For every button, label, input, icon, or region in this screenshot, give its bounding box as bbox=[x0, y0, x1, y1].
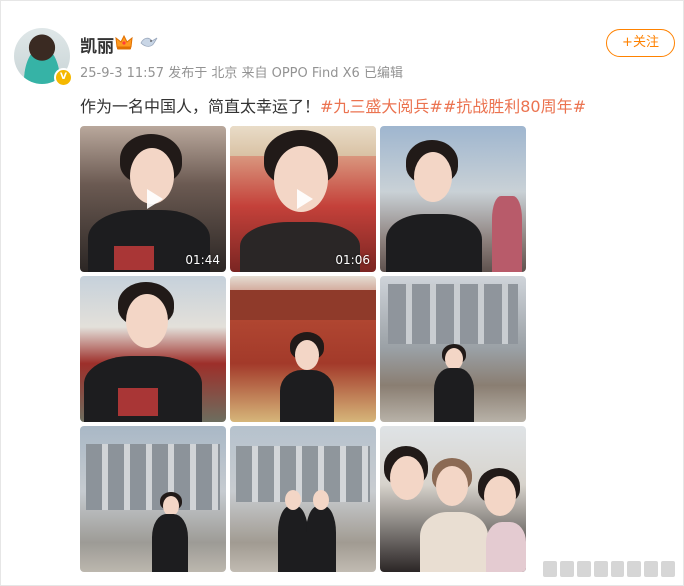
image-thumbnail[interactable] bbox=[380, 126, 526, 272]
image-thumbnail[interactable] bbox=[380, 276, 526, 422]
image-thumbnail[interactable] bbox=[80, 426, 226, 572]
image-thumbnail[interactable] bbox=[80, 276, 226, 422]
weibo-post-card: V 凯丽 25-9-3 11:57 发布于 北京 来自 OPPO Find X6… bbox=[0, 0, 684, 586]
video-duration: 01:06 bbox=[335, 253, 370, 267]
image-thumbnail[interactable] bbox=[230, 276, 376, 422]
play-icon bbox=[297, 189, 313, 209]
post-text-plain: 作为一名中国人，简直太幸运了！ bbox=[80, 97, 321, 116]
follow-button[interactable]: +关注 bbox=[606, 29, 675, 57]
video-thumbnail[interactable]: 01:06 bbox=[230, 126, 376, 272]
bird-icon bbox=[140, 37, 158, 47]
image-thumbnail[interactable] bbox=[380, 426, 526, 572]
image-thumbnail[interactable] bbox=[230, 426, 376, 572]
post-meta: 25-9-3 11:57 发布于 北京 来自 OPPO Find X6 已编辑 bbox=[80, 66, 403, 81]
watermark bbox=[543, 561, 675, 577]
crown-icon bbox=[115, 34, 133, 50]
hashtag-link[interactable]: #抗战胜利80周年# bbox=[443, 97, 586, 116]
video-duration: 01:44 bbox=[185, 253, 220, 267]
verified-badge-icon: V bbox=[54, 68, 73, 87]
video-thumbnail[interactable]: 01:44 bbox=[80, 126, 226, 272]
post-text: 作为一名中国人，简直太幸运了！#九三盛大阅兵##抗战胜利80周年# bbox=[80, 93, 586, 117]
username[interactable]: 凯丽 bbox=[80, 32, 114, 57]
play-icon bbox=[147, 189, 163, 209]
hashtag-link[interactable]: #九三盛大阅兵# bbox=[320, 97, 443, 116]
